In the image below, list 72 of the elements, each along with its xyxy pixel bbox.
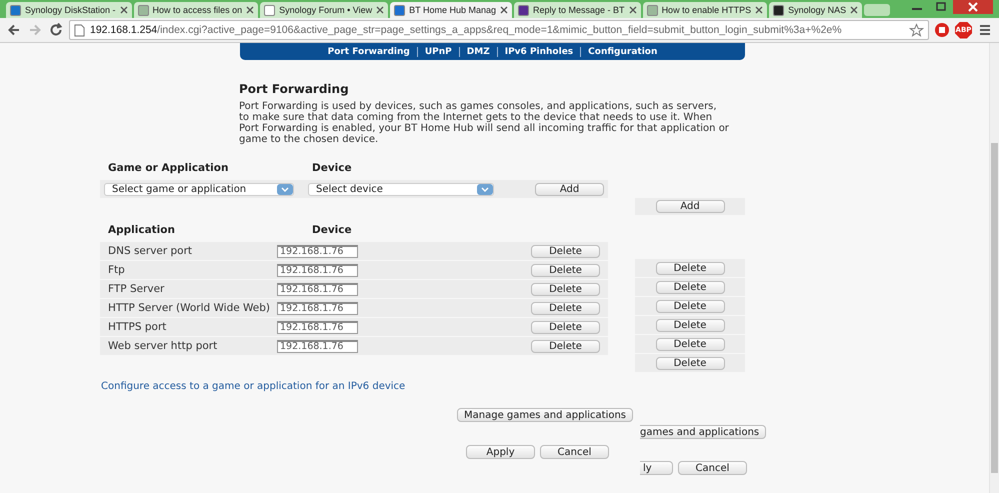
delete-button[interactable]: Delete <box>531 340 600 352</box>
close-icon[interactable] <box>500 6 508 14</box>
delete-button[interactable]: Delete <box>531 282 600 296</box>
nav-link[interactable]: IPv6 Pinholes <box>504 46 574 56</box>
application-name: HTTPS port <box>108 321 168 333</box>
manage-button[interactable]: Manage games and applications <box>457 408 634 422</box>
browser-tab[interactable]: How to access files on <box>134 2 258 18</box>
delete-button[interactable]: Delete <box>656 338 724 350</box>
nav-link[interactable]: UPnP <box>424 46 452 56</box>
menu-icon[interactable] <box>977 22 993 38</box>
device-field[interactable]: 192.168.1.76 <box>277 320 358 334</box>
url-text: 192.168.1.254/index.cgi?active_page=9106&active_page_str=page_settings_a_apps&req_mode=1&mimic_button_field=submit_button_login_submit%3a+%2e% <box>90 24 843 36</box>
chevron-down-icon[interactable] <box>277 184 293 194</box>
add-button[interactable]: Add <box>656 200 724 213</box>
nav-link[interactable]: DMZ <box>466 46 490 56</box>
delete-button[interactable]: Delete <box>531 320 600 334</box>
delete-button[interactable]: Delete <box>531 302 600 314</box>
delete-button[interactable]: Delete <box>656 356 724 370</box>
browser-tab[interactable]: Synology DiskStation - <box>6 2 132 18</box>
section-heading: Port Forwarding <box>239 82 350 96</box>
column-header: Game or Application <box>108 162 230 174</box>
game-select[interactable]: Select game or application <box>104 182 294 196</box>
close-icon[interactable] <box>953 0 993 14</box>
device-select[interactable]: Select device <box>308 182 494 196</box>
delete-button[interactable]: Delete <box>656 262 724 274</box>
reload-icon[interactable] <box>48 22 64 38</box>
close-icon[interactable] <box>850 6 858 14</box>
device-field[interactable]: 192.168.1.76 <box>277 264 358 276</box>
device-field[interactable]: 192.168.1.76 <box>277 282 358 296</box>
intro-text: Port Forwarding is used by devices, such as games consoles, and applications, such as servers, to make sure that data coming from the Internet gets to the device that needs to use it. When Port Forwarding is enabled, your BT Home Hub will send all incoming traffic for that application or game to the chosen device. <box>239 101 729 145</box>
column-header: Device <box>312 162 352 174</box>
cancel-button[interactable]: Cancel <box>678 461 747 475</box>
close-icon[interactable] <box>120 6 128 14</box>
star-icon[interactable] <box>909 22 924 38</box>
close-icon[interactable] <box>246 6 254 14</box>
nav-link[interactable]: Port Forwarding <box>328 46 410 56</box>
scrollbar[interactable] <box>989 43 999 493</box>
application-name: HTTP Server (World Wide Web) <box>108 302 272 314</box>
delete-button[interactable]: Delete <box>656 300 724 312</box>
nav-link[interactable]: Configuration <box>588 46 658 56</box>
close-icon[interactable] <box>376 6 384 14</box>
page-icon <box>74 24 85 36</box>
device-field[interactable]: 192.168.1.76 <box>277 340 358 352</box>
application-name: DNS server port <box>108 245 194 257</box>
stop-icon[interactable] <box>934 22 950 38</box>
delete-button[interactable]: Delete <box>656 318 724 332</box>
cancel-button[interactable]: Cancel <box>540 445 609 459</box>
close-icon[interactable] <box>755 6 764 14</box>
browser-tab[interactable]: How to enable HTTPS <box>642 2 768 18</box>
browser-tab[interactable]: Synology NAS <box>769 2 862 18</box>
manage-button[interactable]: games and applications <box>640 425 766 439</box>
application-name: FTP Server <box>108 283 166 295</box>
browser-tab[interactable]: BT Home Hub Manag <box>390 2 512 18</box>
close-icon[interactable] <box>628 6 637 14</box>
delete-button[interactable]: Delete <box>531 264 600 276</box>
address-bar[interactable]: 192.168.1.254/index.cgi?active_page=9106&active_page_str=page_settings_a_apps&req_mode=1&mimic_button_field=submit_button_login_submit%3a+%2e% <box>69 20 929 40</box>
ipv6-link[interactable]: Configure access to a game or application for an IPv6 device <box>101 381 406 392</box>
delete-button[interactable]: Delete <box>531 244 600 258</box>
browser-tab[interactable]: Synology Forum • View <box>260 2 388 18</box>
chevron-down-icon[interactable] <box>477 184 493 194</box>
application-name: Ftp <box>108 264 126 276</box>
browser-tab[interactable]: Reply to Message - BT <box>514 2 641 18</box>
delete-button[interactable]: Delete <box>656 280 724 294</box>
back-arrow-icon[interactable] <box>6 22 22 38</box>
device-field[interactable]: 192.168.1.76 <box>277 302 358 314</box>
apply-button[interactable]: ly <box>640 461 673 475</box>
application-name: Web server http port <box>108 340 218 352</box>
add-button[interactable]: Add <box>535 182 604 196</box>
device-field[interactable]: 192.168.1.76 <box>277 244 358 258</box>
apply-button[interactable]: Apply <box>466 445 535 459</box>
column-header: Device <box>312 224 352 236</box>
column-header: Application <box>108 224 176 236</box>
